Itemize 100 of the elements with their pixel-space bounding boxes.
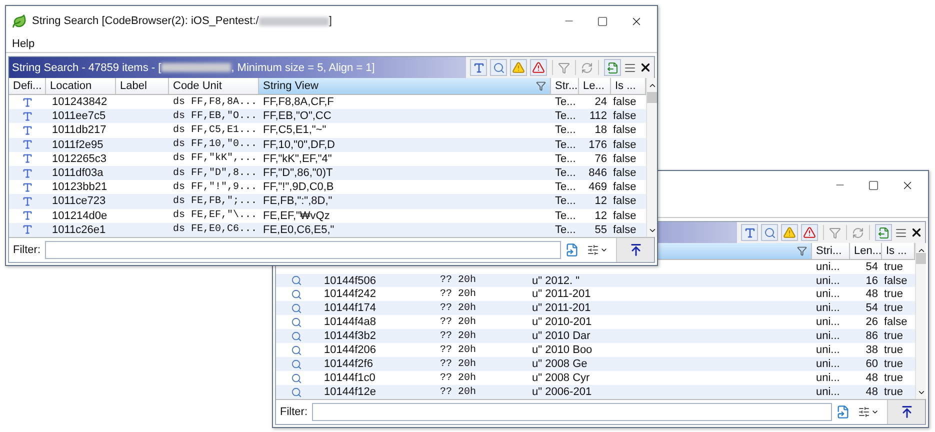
column-header[interactable]: String View (259, 78, 551, 94)
table-cell-text: 10144f4a8 (323, 316, 377, 328)
table-cell-text: FE,E0,C6,E5," (262, 224, 336, 236)
menu-item[interactable]: Help (12, 38, 35, 50)
table-cell-text: uni... (815, 330, 841, 342)
table-cell-text: Te... (554, 224, 577, 236)
table-cell-text: Te... (554, 181, 577, 194)
column-header[interactable]: Code Unit (169, 78, 259, 94)
table-cell-text: Te... (554, 138, 577, 151)
sliders-icon[interactable] (858, 406, 870, 418)
table-cell-text: ?? 20h (439, 386, 478, 398)
refresh-icon[interactable] (852, 226, 864, 238)
scroll-thumb[interactable] (916, 253, 926, 264)
table-cell-text: 24 (594, 96, 608, 108)
document-icon[interactable] (565, 243, 579, 257)
maximize-icon[interactable] (597, 16, 608, 26)
table-cell-text: 48 (864, 288, 879, 300)
table-cell-text: false (612, 210, 638, 222)
maximize-icon[interactable] (868, 180, 879, 190)
table-cell-text: uni... (815, 386, 841, 398)
filter-field[interactable] (312, 403, 832, 421)
filter-icon[interactable] (797, 246, 807, 256)
table-cell-text: FF,10,"0",DF,D (262, 138, 336, 151)
column-header[interactable]: Defi... (9, 78, 46, 94)
search-icon (290, 344, 302, 356)
scroll-down-icon[interactable] (648, 226, 656, 235)
scrollbar[interactable] (915, 243, 926, 399)
table-cell-text: FF,C5,E1,"~" (262, 124, 328, 136)
table-cell-text: ds FF,C5,E1... (172, 124, 258, 136)
table-cell-text: false (612, 167, 638, 180)
table-cell-text: true (883, 260, 904, 273)
table-cell-text: ds FE,E0,C6... (172, 224, 258, 236)
column-header[interactable]: Stri... (812, 243, 850, 259)
search-icon (290, 316, 302, 328)
table-cell-text: false (612, 138, 638, 151)
table-cell-text: FF,F8,8A,CF,F (262, 96, 335, 108)
table-cell-text: 54 (864, 302, 879, 314)
scroll-top-button[interactable] (887, 400, 925, 424)
table-cell-text: 1011ee7c5 (51, 110, 107, 122)
menu-icon[interactable] (624, 62, 636, 74)
table-cell-text: 12 (594, 195, 608, 208)
column-header[interactable]: Label (116, 78, 169, 94)
table-cell-text: 76 (594, 152, 608, 165)
close-icon[interactable] (639, 61, 652, 74)
table-cell-text: false (612, 96, 638, 108)
table-cell-text: true (883, 386, 904, 398)
arrow-up-icon[interactable] (628, 243, 642, 257)
scroll-top-button[interactable] (616, 238, 654, 262)
table-cell-text: 10123bb21 (51, 181, 108, 194)
table-cell-text: true (883, 330, 904, 342)
scroll-down-icon[interactable] (916, 388, 926, 397)
column-header[interactable]: Len... (850, 243, 882, 259)
search-icon (290, 386, 302, 398)
close-icon[interactable] (910, 226, 923, 239)
filter-icon[interactable] (558, 62, 570, 74)
scroll-thumb[interactable] (647, 92, 657, 103)
table-cell-text: uni... (815, 274, 841, 286)
document-icon[interactable] (836, 405, 850, 419)
column-header[interactable]: Is ... (611, 78, 646, 94)
caret-icon[interactable] (600, 246, 608, 254)
table-cell-text: 1012265c3 (51, 152, 108, 165)
table-cell-text: Te... (554, 124, 577, 136)
table-cell-text: 86 (864, 330, 879, 342)
table-cell-text: 18 (594, 124, 608, 136)
filter-icon[interactable] (536, 80, 546, 91)
table-cell-text: ds FE,FB,";... (172, 196, 258, 207)
menu-icon[interactable] (895, 226, 907, 238)
sliders-icon[interactable] (587, 244, 599, 256)
table-cell-text: u" 2010 Boo (531, 344, 594, 356)
column-header[interactable]: Str... (551, 78, 579, 94)
scroll-up-icon[interactable] (916, 246, 926, 255)
filter-icon[interactable] (829, 226, 841, 238)
table-cell-text: u" 2012. " (531, 274, 581, 286)
table-cell-text: FF,"D",86,"0)T (262, 167, 334, 180)
search-icon (290, 302, 302, 314)
arrow-up-icon[interactable] (900, 405, 914, 419)
table-cell-text: true (883, 358, 904, 370)
scrollbar[interactable] (646, 78, 657, 237)
column-header[interactable]: Le... (579, 78, 611, 94)
column-header[interactable]: Location (46, 78, 116, 94)
table-cell-text: true (883, 302, 904, 314)
table-cell-text: 176 (588, 138, 608, 151)
table-cell-text: ?? 20h (439, 302, 478, 314)
table-cell-text: ?? 20h (439, 316, 478, 328)
table-cell-text: 10144f506 (323, 274, 377, 286)
table-cell-text: 54 (864, 260, 879, 273)
table-cell-text: 1011df03a (51, 167, 104, 180)
filter-field[interactable] (44, 241, 561, 259)
filter-label: Filter: (280, 406, 308, 418)
column-header[interactable]: Is ... (882, 243, 915, 259)
search-icon (290, 372, 302, 384)
panel-title: String Search - 47859 items - [ , Minimum size = 5, Align = 1] (11, 62, 375, 74)
caret-icon[interactable] (871, 408, 879, 416)
refresh-icon[interactable] (581, 62, 593, 74)
table-cell-text: false (612, 110, 638, 122)
table-cell-text: uni... (815, 260, 841, 273)
table-cell-text: 10144f174 (323, 302, 377, 314)
table-cell-text: 101214d0e (51, 210, 108, 222)
scroll-up-icon[interactable] (648, 81, 656, 90)
table-cell-text: ?? 20h (439, 330, 478, 342)
